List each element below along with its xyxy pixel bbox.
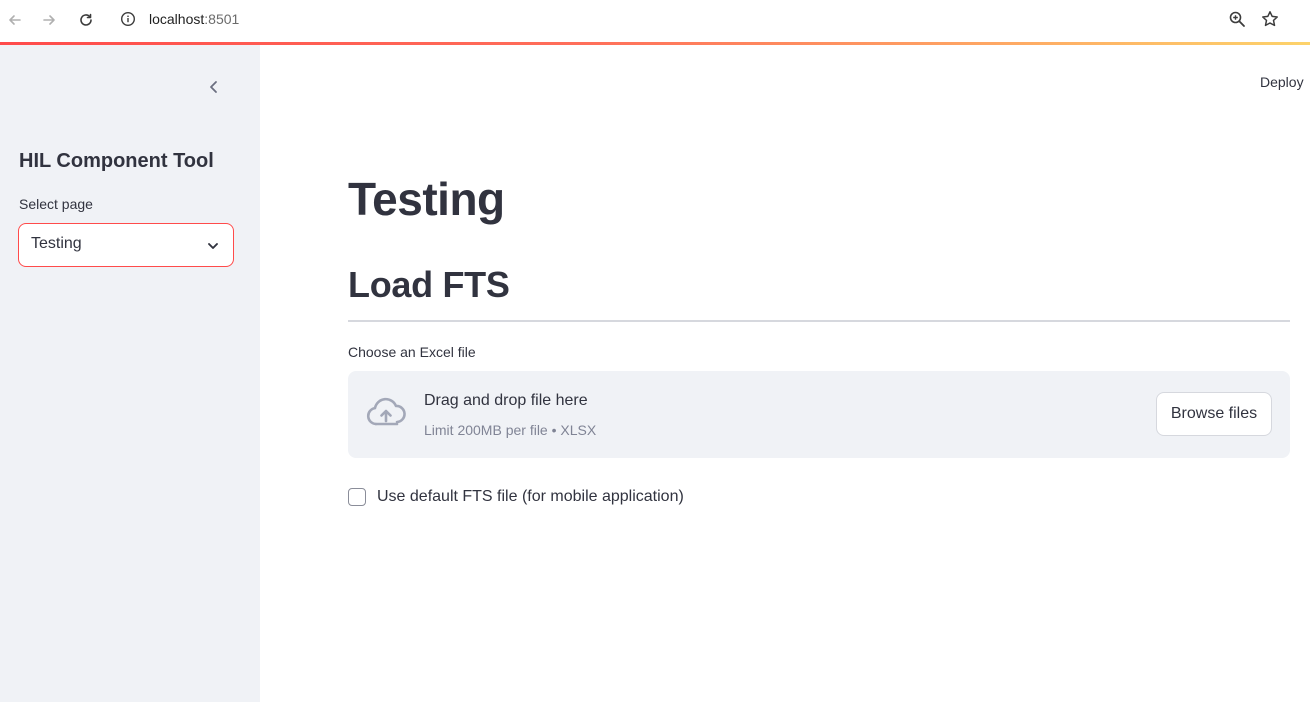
file-uploader-label: Choose an Excel file [348,344,476,360]
collapse-sidebar-button[interactable] [203,76,225,98]
section-divider [348,320,1290,322]
browse-files-button[interactable]: Browse files [1156,392,1272,436]
page-select[interactable]: Testing [18,223,234,267]
sidebar-title: HIL Component Tool [19,150,214,172]
sidebar: HIL Component Tool Select page Testing [0,45,260,702]
browser-toolbar: localhost:8501 [0,0,1310,42]
back-arrow-icon[interactable] [4,9,26,31]
url-host: localhost [149,11,205,27]
forward-arrow-icon[interactable] [38,9,60,31]
chevron-left-icon [210,81,217,93]
star-icon[interactable] [1261,10,1279,28]
page-title: Testing [348,173,505,225]
dropzone-limit-text: Limit 200MB per file • XLSX [424,422,597,438]
default-fts-checkbox-row[interactable]: Use default FTS file (for mobile applica… [348,486,684,508]
section-title: Load FTS [348,264,510,305]
default-fts-checkbox-label[interactable]: Use default FTS file (for mobile applica… [377,488,684,506]
file-dropzone[interactable]: Drag and drop file here Limit 200MB per … [348,371,1290,458]
url-text: localhost:8501 [149,10,239,28]
zoom-icon[interactable] [1228,10,1246,28]
deploy-button[interactable]: Deploy [1260,74,1304,90]
select-page-label: Select page [19,196,93,212]
address-bar[interactable]: localhost:8501 [112,4,1292,34]
page-select-value: Testing [31,235,82,252]
url-port: :8501 [204,11,240,27]
dropzone-instructions: Drag and drop file here [424,392,588,409]
default-fts-checkbox[interactable] [348,488,366,506]
chevron-down-icon [208,243,218,249]
reload-icon[interactable] [75,9,97,31]
cloud-upload-icon [366,397,406,426]
info-icon[interactable] [120,11,136,27]
